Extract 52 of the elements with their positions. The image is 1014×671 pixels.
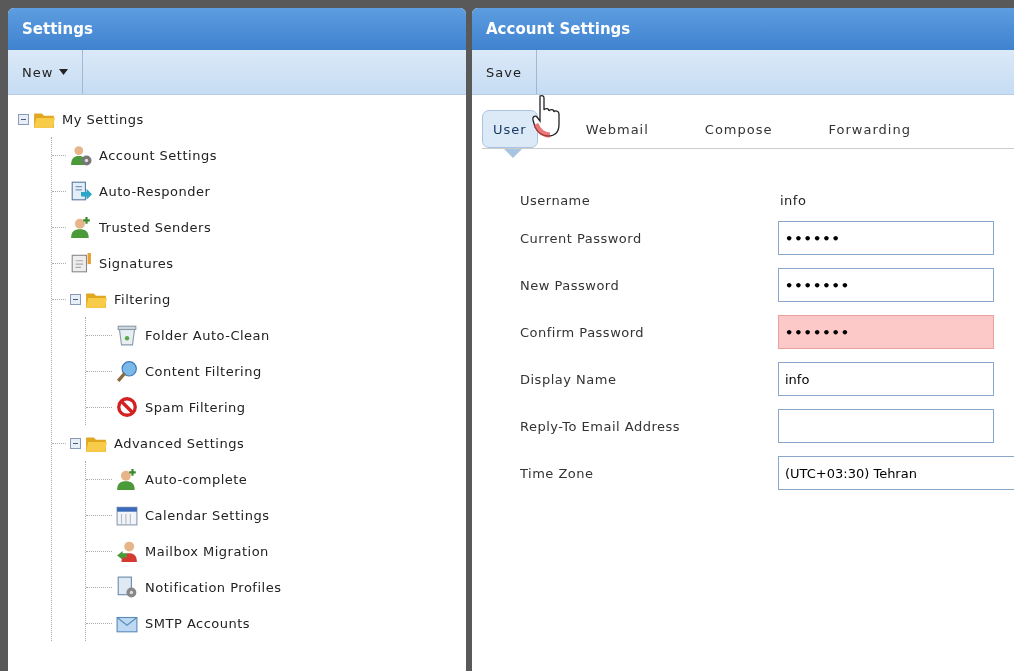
tree-item[interactable]: Mailbox Migration	[142, 542, 272, 560]
magnifier-icon	[116, 360, 138, 382]
field-label: Current Password	[520, 230, 643, 246]
panel-title: Settings	[8, 8, 466, 50]
document-gear-icon	[116, 576, 138, 598]
field-label: Reply-To Email Address	[520, 418, 682, 434]
text-field[interactable]	[778, 409, 994, 443]
person-plus-icon	[116, 468, 138, 490]
tree-item[interactable]: Auto-complete	[142, 470, 251, 488]
text-field[interactable]: info	[778, 362, 994, 396]
tree-item[interactable]: Trusted Senders	[96, 218, 215, 236]
field-label: Time Zone	[520, 465, 595, 481]
person-arrow-icon	[116, 540, 138, 562]
username-value: info	[779, 193, 808, 208]
field-label: Display Name	[520, 371, 618, 387]
collapse-icon[interactable]	[18, 113, 29, 125]
tree-item[interactable]: Notification Profiles	[142, 578, 285, 596]
tab[interactable]: Forwarding	[800, 110, 939, 148]
caret-icon	[59, 69, 69, 75]
tree-item[interactable]: SMTP Accounts	[142, 614, 254, 632]
calendar-icon	[116, 504, 138, 526]
tree-item[interactable]: Content Filtering	[142, 362, 265, 380]
trash-bin-icon	[116, 324, 138, 346]
tree-item[interactable]: Account Settings	[96, 146, 220, 164]
password-field[interactable]: •••••••	[778, 315, 994, 349]
panel-title: Account Settings	[472, 8, 1014, 50]
person-gear-icon	[70, 144, 92, 166]
document-arrow-icon	[70, 180, 92, 202]
password-field[interactable]: •••••••	[778, 268, 994, 302]
tree-item[interactable]: Filtering	[111, 290, 174, 308]
document-pen-icon	[70, 252, 92, 274]
person-plus-icon	[70, 216, 92, 238]
field-label: Username	[520, 193, 592, 208]
field-label: Confirm Password	[520, 324, 646, 340]
tree-item[interactable]: Spam Filtering	[142, 398, 249, 416]
field-label: New Password	[520, 277, 621, 293]
tree-item[interactable]: Auto-Responder	[96, 182, 214, 200]
dropdown-button[interactable]: New	[8, 50, 84, 94]
prohibited-icon	[116, 396, 138, 418]
tab[interactable]: Compose	[676, 110, 801, 148]
collapse-icon[interactable]	[70, 437, 81, 449]
tree-item[interactable]: Advanced Settings	[111, 434, 248, 452]
tab-pointer-icon	[504, 149, 522, 158]
tree-item[interactable]: Signatures	[96, 254, 177, 272]
tree-item[interactable]: My Settings	[59, 110, 147, 128]
tree-item[interactable]: Calendar Settings	[142, 506, 273, 524]
save-button[interactable]: Save	[472, 50, 537, 94]
password-field[interactable]: ••••••	[778, 221, 994, 255]
time-zone-dropdown[interactable]: (UTC+03:30) Tehran	[778, 456, 1014, 490]
tree-item[interactable]: Folder Auto-Clean	[142, 326, 273, 344]
collapse-icon[interactable]	[70, 293, 81, 305]
tab[interactable]: User	[482, 110, 538, 148]
